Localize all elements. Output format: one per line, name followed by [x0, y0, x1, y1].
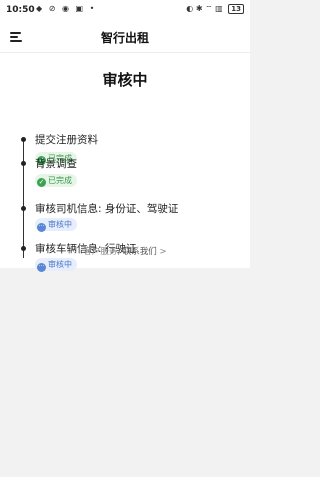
step-title: 提交注册资料 [35, 134, 98, 146]
contact-prefix: 客户服务, [83, 247, 121, 257]
contact-us-link[interactable]: 客户服务, 联系我们 > [0, 245, 250, 257]
step-title: 审核司机信息: 身份证、驾驶证 [35, 203, 179, 215]
status-badge: ··· 审核中 [35, 258, 77, 272]
more-dots-icon: ··· [37, 223, 46, 232]
contact-link-text: 联系我们 [122, 247, 157, 257]
timeline-dot [21, 206, 26, 211]
notification-icons: ◆ ⊘ ◉ ▣ • [36, 4, 97, 13]
status-badge: ··· 审核中 [35, 218, 77, 232]
status-text: 已完成 [48, 176, 72, 185]
check-icon: ✓ [37, 178, 46, 187]
signal-wifi-icons: ◐ ✱ ⌔ ▥ [186, 4, 223, 13]
status-badge: ✓ 已完成 [35, 174, 77, 187]
system-icons: ◐ ✱ ⌔ ▥ 13 [183, 4, 244, 14]
chevron-right-icon: > [159, 247, 167, 257]
more-dots-icon: ··· [37, 263, 46, 272]
step-title: 背景调查 [35, 158, 77, 170]
timeline-line [23, 140, 24, 258]
battery-icon: 13 [228, 4, 244, 14]
timeline-dot [21, 161, 26, 166]
app-bar: 智行出租 [0, 22, 250, 53]
app-title: 智行出租 [100, 31, 149, 45]
status-text: 审核中 [48, 220, 72, 229]
status-text: 审核中 [48, 260, 72, 269]
review-timeline: 提交注册资料 ✓ 已完成 背景调查 ✓ 已完成 审核司机信息: 身份证、驾驶证 ··… [0, 53, 250, 272]
status-bar: 10:50 ◆ ⊘ ◉ ▣ • ◐ ✱ ⌔ ▥ 13 [0, 0, 250, 22]
review-status-card: 审核中 提交注册资料 ✓ 已完成 背景调查 ✓ 已完成 审核司机信息: 身份证、驾驶… [0, 53, 250, 272]
timeline-dot [21, 137, 26, 142]
status-time: 10:50 [6, 5, 35, 15]
